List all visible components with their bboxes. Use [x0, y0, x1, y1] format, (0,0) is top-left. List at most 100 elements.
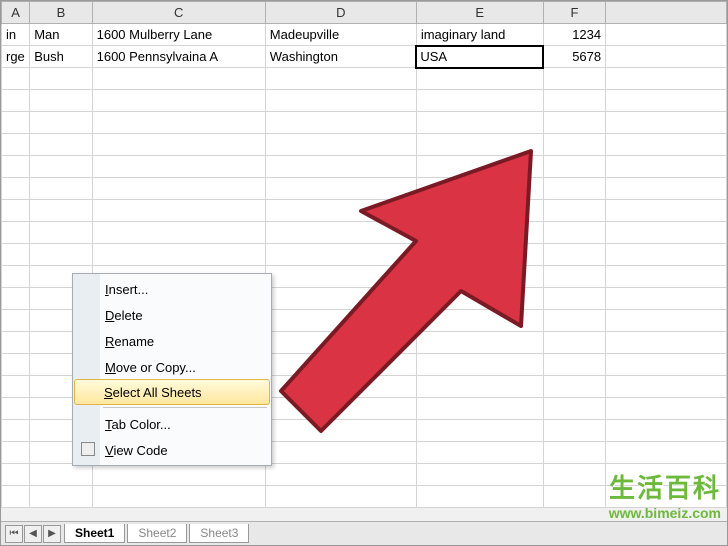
col-header-extra[interactable] — [606, 2, 727, 24]
cell-empty[interactable] — [265, 332, 416, 354]
cell-empty[interactable] — [2, 310, 30, 332]
cell-empty[interactable] — [30, 68, 92, 90]
cell-empty[interactable] — [2, 442, 30, 464]
cell-empty[interactable] — [606, 288, 727, 310]
cell-empty[interactable] — [416, 332, 543, 354]
cell-empty[interactable] — [416, 134, 543, 156]
cell-empty[interactable] — [606, 200, 727, 222]
cell-empty[interactable] — [92, 134, 265, 156]
cell-empty[interactable] — [416, 178, 543, 200]
cell-A1[interactable]: in — [2, 24, 30, 46]
cell-empty[interactable] — [606, 442, 727, 464]
cell-F2[interactable]: 5678 — [543, 46, 605, 68]
cell-empty[interactable] — [416, 354, 543, 376]
col-header-A[interactable]: A — [2, 2, 30, 24]
cell-empty[interactable] — [265, 244, 416, 266]
menu-delete[interactable]: Delete — [75, 302, 269, 328]
cell-empty[interactable] — [416, 442, 543, 464]
cell-empty[interactable] — [543, 310, 605, 332]
cell-empty[interactable] — [265, 398, 416, 420]
cell-empty[interactable] — [2, 244, 30, 266]
cell-empty[interactable] — [2, 464, 30, 486]
menu-insert[interactable]: Insert... — [75, 276, 269, 302]
tab-nav-first[interactable]: ⏮ — [5, 525, 23, 543]
cell-empty[interactable] — [606, 376, 727, 398]
cell-empty[interactable] — [30, 464, 92, 486]
cell-empty[interactable] — [606, 90, 727, 112]
cell-C1[interactable]: 1600 Mulberry Lane — [92, 24, 265, 46]
cell-empty[interactable] — [265, 310, 416, 332]
cell-A2[interactable]: rge — [2, 46, 30, 68]
cell-empty[interactable] — [265, 200, 416, 222]
tab-nav-next[interactable]: ▶ — [43, 525, 61, 543]
cell-empty[interactable] — [416, 376, 543, 398]
cell-empty[interactable] — [416, 486, 543, 508]
cell-empty[interactable] — [543, 332, 605, 354]
cell-empty[interactable] — [265, 288, 416, 310]
cell-empty[interactable] — [92, 222, 265, 244]
cell-empty[interactable] — [416, 222, 543, 244]
cell-empty[interactable] — [543, 68, 605, 90]
col-header-B[interactable]: B — [30, 2, 92, 24]
sheet-tab-1[interactable]: Sheet1 — [64, 524, 125, 543]
sheet-tab-3[interactable]: Sheet3 — [189, 524, 249, 543]
cell-empty[interactable] — [416, 398, 543, 420]
cell-empty[interactable] — [30, 156, 92, 178]
cell-empty[interactable] — [416, 244, 543, 266]
cell-empty[interactable] — [543, 112, 605, 134]
cell-empty[interactable] — [606, 112, 727, 134]
cell-empty[interactable] — [543, 266, 605, 288]
cell-empty[interactable] — [92, 244, 265, 266]
cell-empty[interactable] — [606, 354, 727, 376]
cell-empty[interactable] — [265, 90, 416, 112]
cell-empty[interactable] — [265, 464, 416, 486]
cell-empty[interactable] — [2, 288, 30, 310]
cell-empty[interactable] — [2, 486, 30, 508]
cell-empty[interactable] — [2, 90, 30, 112]
cell-empty[interactable] — [416, 420, 543, 442]
cell-B2[interactable]: Bush — [30, 46, 92, 68]
cell-empty[interactable] — [2, 178, 30, 200]
cell-empty[interactable] — [416, 288, 543, 310]
cell-empty[interactable] — [606, 420, 727, 442]
cell-C2[interactable]: 1600 Pennsylvaina A — [92, 46, 265, 68]
cell-empty[interactable] — [265, 68, 416, 90]
cell-empty[interactable] — [543, 486, 605, 508]
cell-empty[interactable] — [606, 156, 727, 178]
col-header-C[interactable]: C — [92, 2, 265, 24]
cell-empty[interactable] — [265, 376, 416, 398]
sheet-tab-2[interactable]: Sheet2 — [127, 524, 187, 543]
cell-E1[interactable]: imaginary land — [416, 24, 543, 46]
cell-D2[interactable]: Washington — [265, 46, 416, 68]
cell-empty[interactable] — [2, 398, 30, 420]
cell-empty[interactable] — [30, 134, 92, 156]
cell-empty[interactable] — [92, 112, 265, 134]
cell-empty[interactable] — [606, 398, 727, 420]
cell-empty[interactable] — [92, 464, 265, 486]
menu-view-code[interactable]: View Code — [75, 437, 269, 463]
cell-empty[interactable] — [543, 420, 605, 442]
cell-empty[interactable] — [543, 222, 605, 244]
cell-empty[interactable] — [606, 310, 727, 332]
cell-empty[interactable] — [265, 420, 416, 442]
tab-nav-prev[interactable]: ◀ — [24, 525, 42, 543]
cell-empty[interactable] — [416, 112, 543, 134]
cell-B1[interactable]: Man — [30, 24, 92, 46]
cell-empty[interactable] — [92, 156, 265, 178]
menu-move-copy[interactable]: Move or Copy... — [75, 354, 269, 380]
cell-empty[interactable] — [416, 68, 543, 90]
cell-empty[interactable] — [543, 156, 605, 178]
cell-empty[interactable] — [543, 442, 605, 464]
cell-empty[interactable] — [543, 288, 605, 310]
cell-empty[interactable] — [606, 68, 727, 90]
cell-empty[interactable] — [2, 156, 30, 178]
cell-empty[interactable] — [416, 90, 543, 112]
cell-D1[interactable]: Madeupville — [265, 24, 416, 46]
cell-empty[interactable] — [30, 90, 92, 112]
cell-empty[interactable] — [265, 222, 416, 244]
cell-empty[interactable] — [30, 200, 92, 222]
cell-empty[interactable] — [606, 222, 727, 244]
cell-empty[interactable] — [30, 486, 92, 508]
cell-empty[interactable] — [606, 332, 727, 354]
cell-empty[interactable] — [265, 442, 416, 464]
